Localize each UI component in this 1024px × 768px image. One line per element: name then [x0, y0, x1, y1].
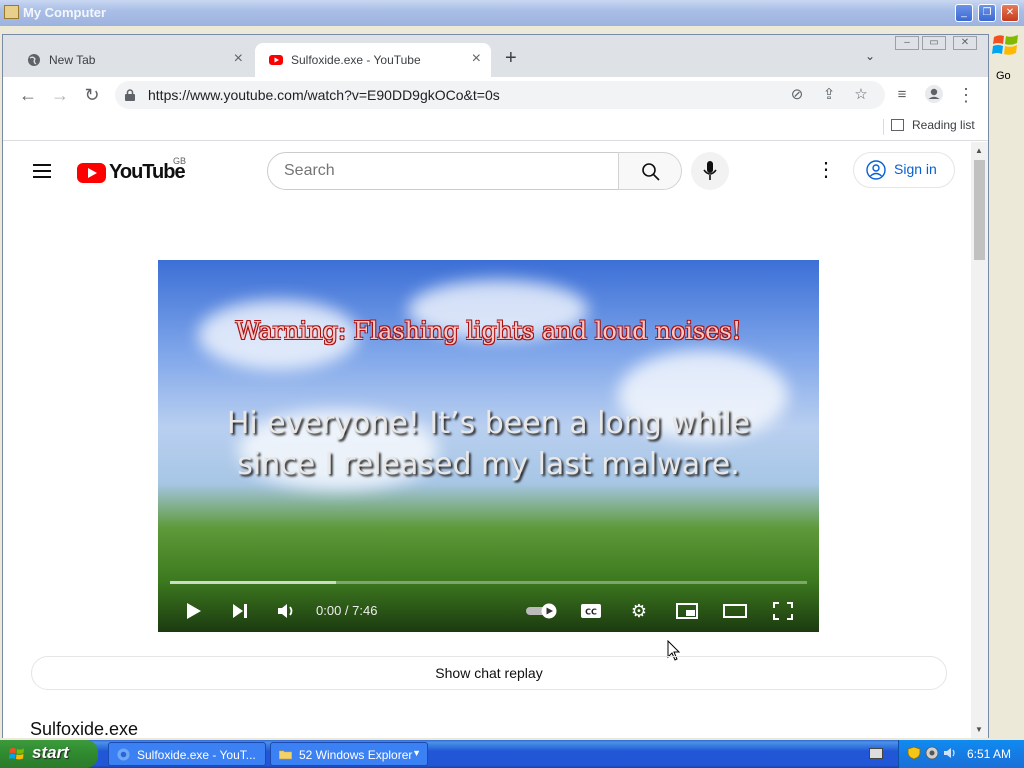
warning-caption: Warning: Flashing lights and loud noises… [235, 317, 742, 345]
settings-gear-icon[interactable]: ⚙ [624, 596, 654, 626]
sign-in-label: Sign in [894, 161, 937, 177]
keyboard-icon[interactable] [869, 748, 883, 759]
tab-strip: New Tab × Sulfoxide.exe - YouTube × + ⌄ … [3, 35, 988, 77]
progress-bar[interactable] [170, 581, 807, 584]
url-text[interactable]: https://www.youtube.com/watch?v=E90DD9gk… [148, 87, 500, 103]
buffered-progress [170, 581, 336, 584]
taskbar-item-chrome[interactable]: Sulfoxide.exe - YouT... [108, 742, 266, 766]
voice-search-button[interactable] [691, 152, 729, 190]
page-scrollbar[interactable]: ▲ ▼ [971, 142, 988, 738]
time-display: 0:00 / 7:46 [316, 603, 378, 618]
forward-arrow-icon[interactable]: → [49, 84, 71, 106]
show-chat-replay-button[interactable]: Show chat replay [31, 656, 947, 690]
close-button[interactable]: ✕ [1001, 4, 1019, 22]
player-controls: 0:00 / 7:46 CC ⚙ [158, 590, 819, 632]
hamburger-menu-icon[interactable] [33, 164, 51, 178]
play-icon[interactable] [178, 596, 208, 626]
tab-youtube[interactable]: Sulfoxide.exe - YouTube × [255, 43, 491, 77]
volume-tray-icon[interactable] [943, 746, 957, 760]
settings-kebab-icon[interactable]: ⋮ [816, 160, 836, 182]
browser-maximize-button[interactable]: ▭ [922, 36, 946, 50]
star-icon[interactable]: ☆ [851, 85, 871, 105]
divider [883, 119, 884, 135]
svg-text:CC: CC [585, 608, 597, 617]
volume-icon[interactable] [272, 596, 302, 626]
folder-icon [279, 750, 292, 760]
new-tab-button[interactable]: + [505, 47, 517, 70]
profile-icon[interactable] [923, 84, 945, 106]
youtube-page: YouTube GB ⋮ Sign in Wa [3, 142, 971, 738]
restore-button[interactable]: ❐ [978, 4, 996, 22]
browser-minimize-button[interactable]: – [895, 36, 919, 50]
miniplayer-icon[interactable] [672, 596, 702, 626]
window-title: My Computer [23, 5, 107, 20]
folder-icon [4, 5, 19, 19]
close-tab-icon[interactable]: × [472, 50, 481, 68]
youtube-logo[interactable]: YouTube GB [77, 156, 217, 186]
eye-off-icon[interactable]: ⊘ [787, 85, 807, 105]
browser-window-controls: – ▭ ✕ [895, 36, 985, 52]
video-title: Sulfoxide.exe [30, 719, 139, 738]
tab-search-chevron-icon[interactable]: ⌄ [865, 49, 875, 63]
reading-list-icon [891, 119, 904, 131]
my-computer-toolbar-strip [991, 26, 1024, 740]
media-queue-icon[interactable]: ≡ [891, 84, 913, 106]
youtube-favicon-icon [269, 55, 283, 65]
taskbar: start Sulfoxide.exe - YouT... 52 Windows… [0, 740, 1024, 768]
browser-close-button[interactable]: ✕ [953, 36, 977, 50]
globe-icon [28, 54, 40, 66]
security-shield-icon[interactable] [907, 746, 921, 760]
clock: 6:51 AM [967, 747, 1012, 761]
tab-label: New Tab [49, 53, 96, 67]
windows-logo-icon [992, 35, 1018, 55]
youtube-play-logo-icon [77, 163, 106, 183]
my-computer-titlebar[interactable]: My Computer _ ❐ ✕ [0, 0, 1024, 26]
autoplay-toggle-icon[interactable] [524, 596, 560, 626]
taskbar-item-explorer[interactable]: 52 Windows Explorer ▼ [270, 742, 428, 766]
reading-list-button[interactable]: Reading list [891, 118, 975, 132]
fullscreen-icon[interactable] [768, 596, 798, 626]
network-icon[interactable] [925, 746, 939, 760]
windows-flag-icon [9, 748, 24, 760]
reload-icon[interactable]: ↻ [81, 84, 103, 106]
sign-in-button[interactable]: Sign in [853, 152, 955, 188]
search-box[interactable] [267, 152, 619, 190]
search-button[interactable] [618, 152, 682, 190]
search-icon [642, 163, 660, 181]
scroll-thumb[interactable] [974, 160, 985, 260]
scroll-up-icon[interactable]: ▲ [975, 146, 983, 155]
minimize-button[interactable]: _ [955, 4, 973, 22]
subtitle-line-2: since I released my last malware. [237, 447, 740, 482]
video-player[interactable]: Warning: Flashing lights and loud noises… [158, 260, 819, 632]
lock-icon[interactable] [125, 89, 135, 101]
tab-new-tab[interactable]: New Tab × [13, 43, 253, 77]
reading-list-label: Reading list [912, 118, 975, 132]
tab-label: Sulfoxide.exe - YouTube [291, 53, 421, 67]
group-dropdown-icon[interactable]: ▼ [412, 748, 421, 758]
bookmarks-bar: Reading list [3, 113, 988, 141]
share-icon[interactable]: ⇪ [819, 85, 839, 105]
browser-window: New Tab × Sulfoxide.exe - YouTube × + ⌄ … [2, 34, 989, 738]
country-code: GB [173, 156, 187, 166]
back-arrow-icon[interactable]: ← [17, 84, 39, 106]
address-bar[interactable]: https://www.youtube.com/watch?v=E90DD9gk… [115, 81, 885, 109]
taskbar-item-label: 52 Windows Explorer [299, 748, 413, 762]
system-tray: 6:51 AM [898, 740, 1024, 768]
search-input[interactable] [284, 162, 604, 180]
start-label: start [32, 743, 69, 762]
taskbar-item-label: Sulfoxide.exe - YouT... [137, 748, 256, 762]
scroll-down-icon[interactable]: ▼ [975, 725, 983, 734]
next-icon[interactable] [225, 596, 255, 626]
captions-icon[interactable]: CC [576, 596, 606, 626]
microphone-icon [703, 161, 717, 180]
go-button[interactable]: Go [996, 70, 1011, 82]
kebab-menu-icon[interactable]: ⋮ [955, 84, 977, 106]
subtitle-line-1: Hi everyone! It’s been a long while [226, 406, 751, 441]
account-circle-icon [866, 160, 886, 180]
close-tab-icon[interactable]: × [234, 50, 243, 68]
theater-mode-icon[interactable] [720, 596, 750, 626]
browser-toolbar: ← → ↻ https://www.youtube.com/watch?v=E9… [3, 77, 988, 113]
start-button[interactable]: start [0, 740, 98, 768]
chrome-icon [117, 748, 130, 761]
